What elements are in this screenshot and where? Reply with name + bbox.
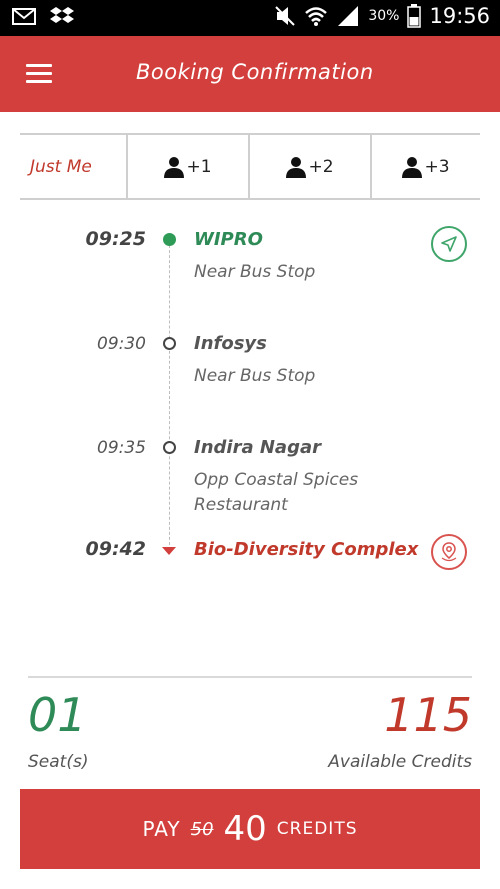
dropbox-icon: [50, 7, 74, 23]
tab-plus-3[interactable]: +3: [370, 135, 480, 198]
stop-description: Near Bus Stop: [194, 262, 316, 282]
tab-label: +1: [186, 156, 212, 177]
navigation-arrow-icon: [441, 236, 457, 252]
seat-count: 01: [28, 688, 87, 742]
stop-marker: [163, 337, 176, 350]
tab-label: +3: [424, 156, 450, 177]
stop-name: WIPRO: [194, 229, 263, 250]
hamburger-menu-icon[interactable]: [26, 64, 52, 84]
timeline-line: [169, 240, 170, 550]
tab-just-me[interactable]: Just Me: [20, 135, 126, 198]
pay-unit: CREDITS: [276, 819, 358, 839]
pay-old-price: 50: [190, 818, 214, 840]
summary-divider: [28, 676, 472, 678]
stop-marker-end: [162, 547, 176, 555]
stop-description: Opp Coastal Spices Restaurant: [194, 470, 359, 515]
stop-name: Infosys: [194, 333, 267, 354]
app-bar: Booking Confirmation: [0, 36, 500, 112]
person-icon: [164, 156, 185, 178]
available-credits: 115: [384, 688, 472, 742]
battery-icon: [407, 4, 422, 28]
pay-label: PAY: [142, 817, 181, 841]
tab-plus-2[interactable]: +2: [248, 135, 370, 198]
stop-time: 09:42: [85, 538, 146, 560]
page-title: Booking Confirmation: [136, 60, 374, 84]
pay-button[interactable]: PAY 50 40 CREDITS: [20, 789, 480, 869]
person-icon: [286, 156, 307, 178]
navigate-button[interactable]: [431, 226, 467, 262]
stop-time: 09:30: [97, 334, 146, 354]
stop-time: 09:35: [97, 438, 146, 458]
stop-name: Indira Nagar: [194, 437, 321, 458]
available-credits-label: Available Credits: [328, 752, 472, 772]
signal-icon: [338, 6, 359, 26]
seat-count-label: Seat(s): [28, 752, 89, 772]
tab-label: +2: [308, 156, 334, 177]
route-timeline: 09:25 WIPRO Near Bus Stop 09:30 Infosys …: [0, 200, 500, 600]
mute-icon: [275, 6, 296, 26]
stop-description: Near Bus Stop: [194, 366, 316, 386]
destination-location-button[interactable]: [431, 534, 467, 570]
person-icon: [402, 156, 423, 178]
location-pin-icon: [441, 542, 457, 562]
passenger-tabs: Just Me +1 +2 +3: [20, 133, 480, 200]
pay-new-price: 40: [223, 809, 267, 849]
email-icon: [12, 8, 36, 25]
stop-marker: [163, 233, 176, 246]
tab-plus-1[interactable]: +1: [126, 135, 248, 198]
battery-percent: 30%: [368, 8, 400, 24]
status-bar: 30% 19:56: [0, 0, 500, 36]
clock: 19:56: [429, 4, 490, 28]
wifi-icon: [305, 7, 328, 26]
stop-marker: [163, 441, 176, 454]
tab-label: Just Me: [30, 156, 92, 177]
stop-name: Bio-Diversity Complex: [194, 539, 419, 560]
stop-time: 09:25: [85, 228, 146, 250]
